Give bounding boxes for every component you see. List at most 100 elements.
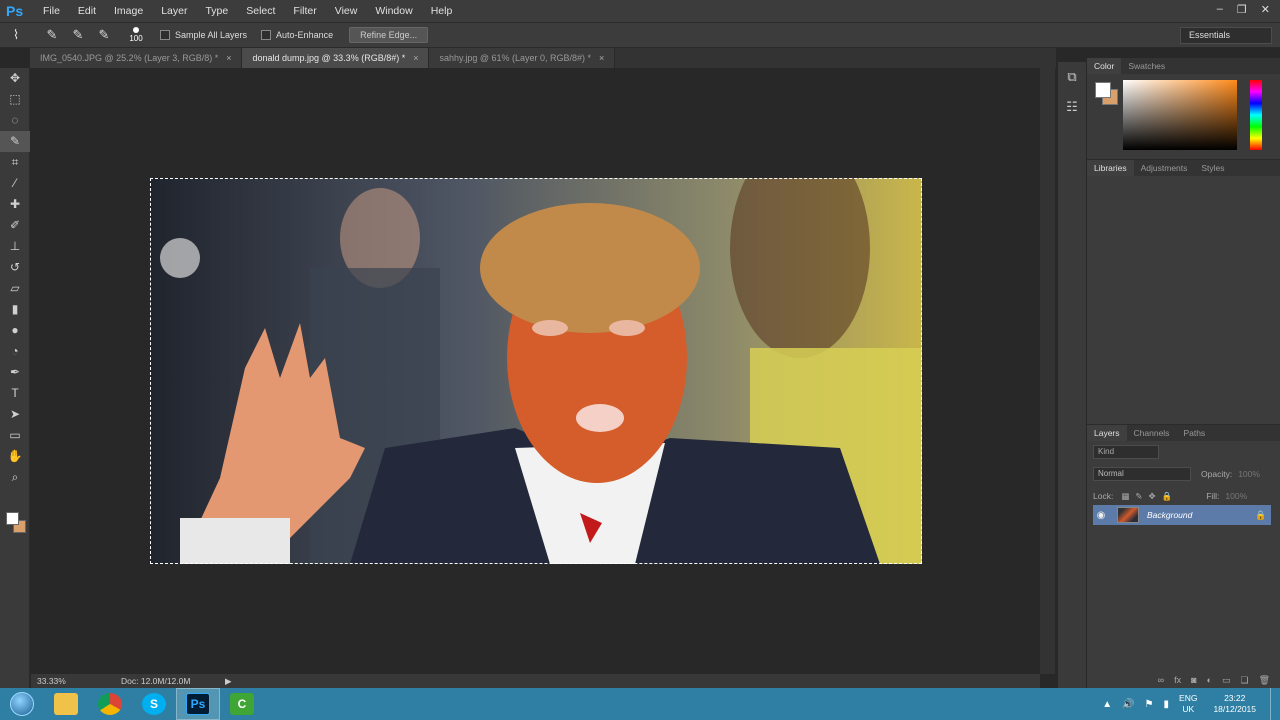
tray-arrow-icon[interactable]: ▲ [1102, 699, 1112, 710]
menu-file[interactable]: File [34, 0, 69, 22]
lock-icons[interactable]: ▦✎✥🔒 [1121, 491, 1178, 502]
tab-close-icon[interactable]: × [413, 53, 418, 63]
new-group-icon[interactable]: ▭ [1222, 672, 1231, 688]
minimize-button[interactable]: – [1217, 3, 1223, 16]
taskbar-chrome[interactable] [88, 688, 132, 720]
restore-button[interactable]: ❐ [1237, 3, 1247, 16]
foreground-color-swatch[interactable] [6, 512, 19, 525]
marquee-icon[interactable]: ⬚ [0, 89, 30, 110]
start-button[interactable] [0, 688, 44, 720]
properties-panel-icon[interactable]: ☷ [1058, 92, 1086, 122]
menu-type[interactable]: Type [196, 0, 237, 22]
menu-view[interactable]: View [326, 0, 367, 22]
tab-color[interactable]: Color [1087, 58, 1122, 74]
show-desktop-button[interactable] [1270, 688, 1280, 720]
foreground-color-chip[interactable] [1095, 82, 1111, 98]
language-indicator[interactable]: ENG UK [1179, 693, 1197, 715]
vertical-scrollbar[interactable] [1040, 68, 1055, 674]
color-field[interactable] [1123, 80, 1237, 150]
add-to-selection-icon[interactable]: ✎ [68, 26, 88, 44]
refine-edge-button[interactable]: Refine Edge... [349, 27, 429, 43]
menu-window[interactable]: Window [366, 0, 421, 22]
volume-icon[interactable]: 🔊 [1122, 699, 1134, 710]
history-brush-icon[interactable]: ↺ [0, 257, 30, 278]
eraser-icon[interactable]: ▱ [0, 278, 30, 299]
menu-layer[interactable]: Layer [152, 0, 196, 22]
blend-mode-select[interactable]: Normal [1093, 467, 1191, 481]
checkbox-box[interactable] [160, 30, 170, 40]
windows-taskbar: S Ps C ▲ 🔊 ⚑ ▮ ENG UK 23:22 18/12/2015 [0, 688, 1280, 720]
tab-donald-dump[interactable]: donald dump.jpg @ 33.3% (RGB/8#) * × [242, 48, 430, 68]
layer-filter-select[interactable]: Kind [1093, 445, 1159, 459]
add-mask-icon[interactable]: ◙ [1191, 672, 1196, 688]
tab-close-icon[interactable]: × [226, 53, 231, 63]
gradient-icon[interactable]: ▮ [0, 299, 30, 320]
layer-background[interactable]: ◉ Background 🔒 [1093, 505, 1271, 525]
close-button[interactable]: ✕ [1261, 3, 1270, 16]
flag-icon[interactable]: ⚑ [1145, 699, 1154, 710]
type-icon[interactable]: T [0, 383, 30, 404]
tab-sahhy[interactable]: sahhy.jpg @ 61% (Layer 0, RGB/8#) * × [429, 48, 616, 68]
opacity-value[interactable]: 100% [1238, 469, 1260, 479]
menu-edit[interactable]: Edit [69, 0, 105, 22]
auto-enhance-checkbox[interactable]: Auto-Enhance [261, 30, 333, 40]
clone-stamp-icon[interactable]: ⊥ [0, 236, 30, 257]
taskbar-clock[interactable]: 23:22 18/12/2015 [1213, 693, 1256, 715]
sample-all-layers-checkbox[interactable]: Sample All Layers [160, 30, 247, 40]
new-layer-icon[interactable]: ❏ [1240, 672, 1248, 688]
dodge-icon[interactable]: ◔ [0, 341, 30, 362]
path-selection-icon[interactable]: ➤ [0, 404, 30, 425]
tab-layers[interactable]: Layers [1087, 425, 1127, 441]
network-icon[interactable]: ▮ [1164, 699, 1170, 710]
tab-swatches[interactable]: Swatches [1121, 58, 1172, 74]
fx-icon[interactable]: fx [1174, 672, 1181, 688]
taskbar-skype[interactable]: S [132, 688, 176, 720]
subtract-from-selection-icon[interactable]: ✎ [94, 26, 114, 44]
quick-selection-icon[interactable]: ✎ [0, 131, 30, 152]
eyedropper-icon[interactable]: ⁄ [0, 173, 30, 194]
delete-layer-icon[interactable]: 🗑 [1259, 672, 1270, 688]
tab-paths[interactable]: Paths [1176, 425, 1212, 441]
link-layers-icon[interactable]: ∞ [1158, 672, 1164, 688]
tab-styles[interactable]: Styles [1194, 160, 1231, 176]
menu-bar: Ps File Edit Image Layer Type Select Fil… [0, 0, 1280, 22]
tab-libraries[interactable]: Libraries [1087, 160, 1134, 176]
blur-icon[interactable]: ● [0, 320, 30, 341]
menu-filter[interactable]: Filter [284, 0, 325, 22]
checkbox-box[interactable] [261, 30, 272, 40]
brush-icon[interactable]: ✐ [0, 215, 30, 236]
zoom-level[interactable]: 33.33% [31, 676, 121, 686]
document-image[interactable] [150, 178, 922, 564]
fill-value[interactable]: 100% [1225, 491, 1247, 501]
tool-preset-icon[interactable]: ⌇ [6, 26, 26, 44]
layer-thumbnail [1117, 507, 1139, 523]
lasso-icon[interactable]: ◌ [0, 110, 30, 131]
crop-icon[interactable]: ⌗ [0, 152, 30, 173]
hand-icon[interactable]: ✋ [0, 446, 30, 467]
tab-img-0540[interactable]: IMG_0540.JPG @ 25.2% (Layer 3, RGB/8) * × [30, 48, 243, 68]
menu-image[interactable]: Image [105, 0, 152, 22]
tab-channels[interactable]: Channels [1127, 425, 1177, 441]
taskbar-explorer[interactable] [44, 688, 88, 720]
taskbar-photoshop[interactable]: Ps [176, 688, 220, 720]
rectangle-icon[interactable]: ▭ [0, 425, 30, 446]
tab-close-icon[interactable]: × [599, 53, 604, 63]
menu-select[interactable]: Select [237, 0, 284, 22]
photoshop-taskbar-icon: Ps [186, 693, 210, 715]
menu-help[interactable]: Help [422, 0, 462, 22]
healing-brush-icon[interactable]: ✚ [0, 194, 30, 215]
hue-slider[interactable] [1250, 80, 1262, 150]
workspace-select[interactable]: Essentials [1180, 27, 1272, 44]
taskbar-camtasia[interactable]: C [220, 688, 264, 720]
move-icon[interactable]: ✥ [0, 68, 30, 89]
pen-icon[interactable]: ✒ [0, 362, 30, 383]
brush-size-picker[interactable]: 100 [126, 25, 146, 45]
new-selection-icon[interactable]: ✎ [42, 26, 62, 44]
status-menu-arrow-icon[interactable]: ▶ [225, 676, 232, 687]
adjustment-layer-icon[interactable]: ◐ [1207, 672, 1212, 688]
tab-adjustments[interactable]: Adjustments [1134, 160, 1195, 176]
canvas-area[interactable] [31, 68, 1055, 674]
visibility-eye-icon[interactable]: ◉ [1093, 510, 1109, 521]
zoom-icon[interactable]: ⌕ [0, 467, 30, 488]
history-panel-icon[interactable]: ⧉ [1058, 62, 1086, 92]
